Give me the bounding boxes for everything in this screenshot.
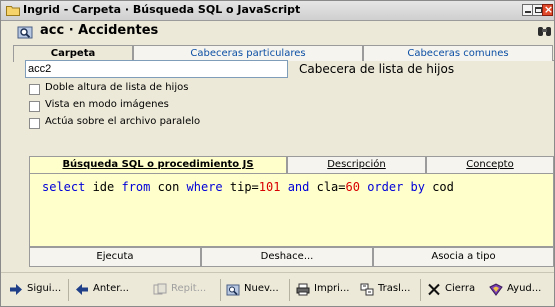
close-label: Cierra [445, 283, 476, 294]
printer-icon [296, 283, 310, 296]
sql-keyword: order by [367, 180, 425, 194]
search-folder-icon [17, 26, 33, 39]
help-label: Ayud... [507, 283, 542, 294]
page-title: acc · Accidentes [40, 23, 159, 38]
record-header: acc · Accidentes [1, 21, 554, 43]
inner-tab-bar: Búsqueda SQL o procedimiento JS Descripc… [29, 156, 554, 174]
undo-button[interactable]: Deshace... [201, 247, 373, 267]
tab-descripcion-label: Descripción [327, 159, 386, 170]
transfer-icon [360, 283, 374, 296]
tab-cabeceras-comunes[interactable]: Cabeceras comunes [363, 45, 553, 61]
close-icon [428, 283, 440, 296]
image-view-checkbox[interactable] [29, 101, 40, 112]
sql-text: cla= [309, 180, 346, 194]
arrow-right-icon [10, 284, 22, 295]
child-list-header-input[interactable] [25, 60, 288, 78]
new-button[interactable]: Nuev... [222, 279, 288, 301]
toolbar-separator [420, 279, 421, 301]
execute-button[interactable]: Ejecuta [29, 247, 201, 267]
sql-keyword: and [287, 180, 310, 194]
previous-label: Anter... [93, 283, 129, 294]
binoculars-icon[interactable] [537, 25, 552, 37]
transfer-button[interactable]: Trasl... [356, 279, 418, 301]
sql-text: ide [85, 180, 122, 194]
tab-descripcion[interactable]: Descripción [287, 156, 426, 173]
sql-keyword: select [42, 180, 86, 194]
arrow-left-icon [76, 284, 88, 295]
transfer-label: Trasl... [378, 283, 411, 294]
folder-icon [6, 6, 20, 16]
title-bar[interactable]: Ingrid - Carpeta · Búsqueda SQL o JavaSc… [1, 1, 554, 21]
toolbar-separator [220, 279, 221, 301]
sql-text: tip= [222, 180, 259, 194]
sql-keyword: where [186, 180, 223, 194]
sql-number: 101 [258, 180, 281, 194]
help-book-icon [489, 283, 503, 296]
repeat-label: Repit... [171, 283, 207, 294]
search-folder-icon [226, 284, 240, 296]
window-title: Ingrid - Carpeta · Búsqueda SQL o JavaSc… [23, 3, 301, 16]
help-button[interactable]: Ayud... [485, 279, 553, 301]
tab-sql-search[interactable]: Búsqueda SQL o procedimiento JS [29, 156, 287, 174]
action-bar: Ejecuta Deshace... Asocia a tipo [29, 247, 554, 267]
print-button[interactable]: Impri... [292, 279, 354, 301]
parallel-file-label: Actúa sobre el archivo paralelo [45, 116, 201, 127]
sql-text: cod [424, 180, 454, 194]
top-tab-bar: Carpeta Cabeceras particulares Cabeceras… [13, 45, 554, 62]
double-height-label: Doble altura de lista de hijos [45, 82, 189, 93]
assign-type-button[interactable]: Asocia a tipo [373, 247, 554, 267]
toolbar-separator [68, 279, 69, 301]
sql-text: con [150, 180, 187, 194]
sql-number: 60 [345, 180, 360, 194]
repeat-button[interactable]: Repit... [149, 279, 217, 301]
tab-sql-search-label: Búsqueda SQL o procedimiento JS [62, 159, 254, 170]
toolbar-separator [289, 279, 290, 301]
double-height-checkbox[interactable] [29, 84, 40, 95]
new-label: Nuev... [244, 283, 279, 294]
tab-cabeceras-particulares[interactable]: Cabeceras particulares [133, 45, 363, 61]
close-window-button[interactable]: × [542, 3, 554, 16]
tab-concepto-label: Concepto [466, 159, 514, 170]
app-window: Ingrid - Carpeta · Búsqueda SQL o JavaSc… [0, 0, 555, 307]
image-view-label: Vista en modo imágenes [45, 99, 169, 110]
sql-keyword: from [121, 180, 151, 194]
bottom-toolbar: Sigui... Anter... Repit... Nuev... Impri… [1, 272, 554, 306]
next-button[interactable]: Sigui... [5, 279, 67, 301]
tab-concepto[interactable]: Concepto [426, 156, 554, 173]
close-icon: × [543, 3, 554, 16]
parallel-file-checkbox[interactable] [29, 118, 40, 129]
repeat-icon [153, 283, 167, 295]
previous-button[interactable]: Anter... [71, 279, 145, 301]
next-label: Sigui... [27, 283, 62, 294]
child-list-header-label: Cabecera de lista de hijos [299, 62, 455, 76]
close-button[interactable]: Cierra [423, 279, 483, 301]
sql-query-text: select ide from con where tip=101 and cl… [42, 180, 454, 194]
sql-editor[interactable]: select ide from con where tip=101 and cl… [29, 173, 554, 247]
print-label: Impri... [314, 283, 350, 294]
